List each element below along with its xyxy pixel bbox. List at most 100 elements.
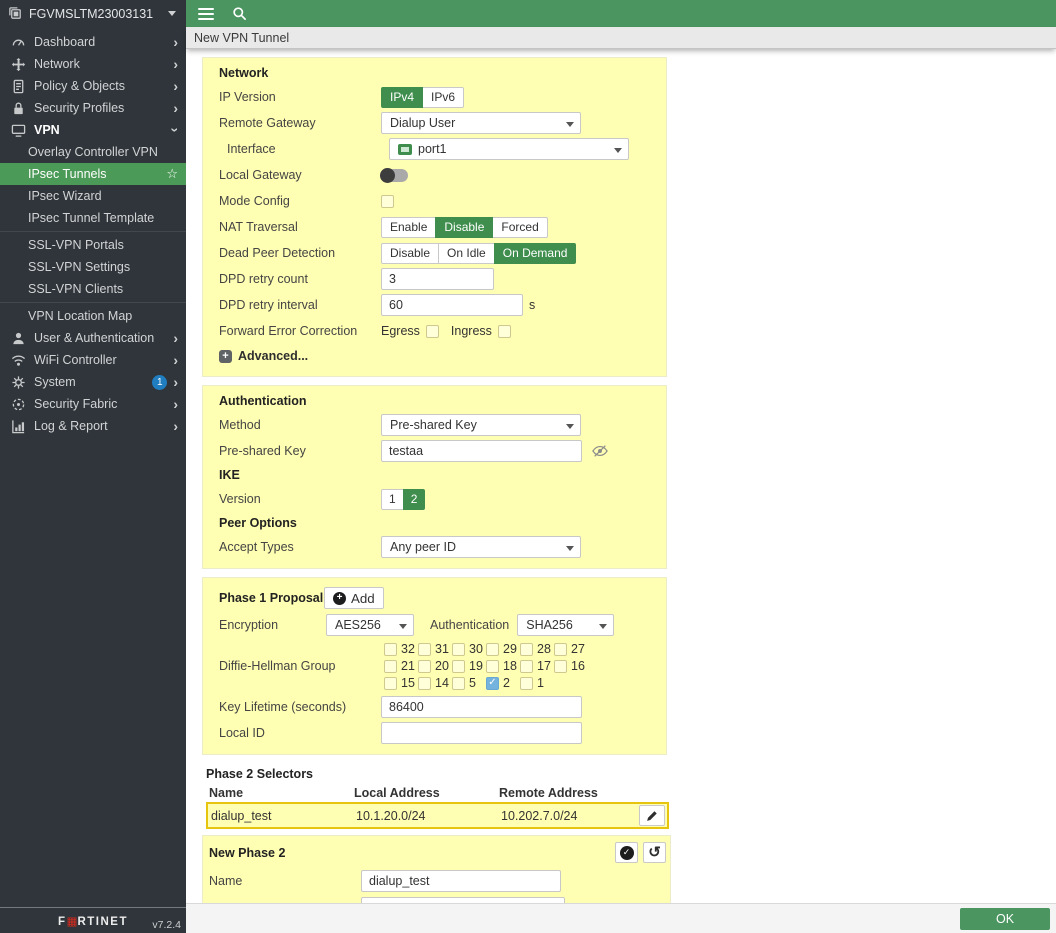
sidebar-item-security-profiles[interactable]: Security Profiles› (0, 97, 186, 119)
ike-v2-option[interactable]: 2 (403, 489, 426, 510)
ipv6-option[interactable]: IPv6 (422, 87, 464, 108)
breadcrumb: New VPN Tunnel (186, 27, 1056, 49)
dpd-disable-option[interactable]: Disable (381, 243, 439, 264)
sidebar-item-sslvpn-portals[interactable]: SSL-VPN Portals (0, 234, 186, 256)
dh-checkbox-15[interactable] (384, 677, 397, 690)
divider (0, 302, 186, 303)
dropdown-arrow-icon (566, 122, 574, 127)
dh-checkbox-32[interactable] (384, 643, 397, 656)
sidebar-item-ipsec-wizard[interactable]: IPsec Wizard (0, 185, 186, 207)
dh-checkbox-30[interactable] (452, 643, 465, 656)
sidebar-item-network[interactable]: Network› (0, 53, 186, 75)
dh-checkbox-18[interactable] (486, 660, 499, 673)
accept-phase2-button[interactable]: ✓ (615, 842, 638, 863)
sidebar-item-wifi-controller[interactable]: WiFi Controller› (0, 349, 186, 371)
encryption-label: Encryption (219, 618, 326, 632)
undo-icon: ↺ (648, 845, 661, 860)
dh-checkbox-21[interactable] (384, 660, 397, 673)
sidebar-footer: F▦RTINET v7.2.4 (0, 907, 186, 933)
dpd-label: Dead Peer Detection (219, 246, 381, 260)
sidebar-item-dashboard[interactable]: Dashboard› (0, 31, 186, 53)
sidebar-item-system[interactable]: System 1 › (0, 371, 186, 393)
phase2-name-input[interactable] (361, 870, 561, 892)
authentication-section-title: Authentication (203, 392, 666, 412)
page-title: New VPN Tunnel (194, 31, 289, 45)
col-remote-address: Remote Address (499, 786, 629, 800)
local-id-input[interactable] (381, 722, 582, 744)
ok-button[interactable]: OK (960, 908, 1050, 930)
dh-checkbox-28[interactable] (520, 643, 533, 656)
device-selector[interactable]: FGVMSLTM23003131 (0, 0, 186, 27)
dpd-onidle-option[interactable]: On Idle (438, 243, 495, 264)
sidebar-item-security-fabric[interactable]: Security Fabric› (0, 393, 186, 415)
menu-icon[interactable] (198, 8, 214, 20)
sidebar-item-ipsec-tunnels[interactable]: IPsec Tunnels☆ (0, 163, 186, 185)
add-proposal-button[interactable]: +Add (324, 587, 384, 609)
fec-label: Forward Error Correction (219, 324, 381, 338)
new-phase2-title: New Phase 2 (209, 846, 610, 860)
fec-ingress-checkbox[interactable] (498, 325, 511, 338)
encryption-select[interactable]: AES256 (326, 614, 414, 636)
search-icon[interactable] (232, 6, 247, 21)
fortinet-logo-mark: ▦ (67, 916, 78, 928)
eye-off-icon[interactable] (592, 444, 608, 458)
sidebar-item-sslvpn-clients[interactable]: SSL-VPN Clients (0, 278, 186, 300)
phase1-proposal-section: Phase 1 Proposal +Add Encryption AES256 … (202, 577, 667, 755)
nat-disable-option[interactable]: Disable (435, 217, 493, 238)
dh-checkbox-19[interactable] (452, 660, 465, 673)
network-icon (10, 56, 26, 72)
local-gateway-toggle[interactable] (381, 169, 408, 182)
dpd-retry-interval-input[interactable] (381, 294, 523, 316)
dh-checkbox-5[interactable] (452, 677, 465, 690)
interface-select[interactable]: port1 (389, 138, 629, 160)
chevron-right-icon: › (173, 353, 178, 367)
mode-config-checkbox[interactable] (381, 195, 394, 208)
sidebar-item-overlay-controller-vpn[interactable]: Overlay Controller VPN (0, 141, 186, 163)
ike-version-label: Version (219, 492, 381, 506)
accept-types-select[interactable]: Any peer ID (381, 536, 581, 558)
ike-version-segment: 1 2 (381, 489, 425, 510)
ipv4-option[interactable]: IPv4 (381, 87, 423, 108)
chevron-right-icon: › (173, 79, 178, 93)
dh-checkbox-29[interactable] (486, 643, 499, 656)
nat-enable-option[interactable]: Enable (381, 217, 436, 238)
dpd-retry-count-input[interactable] (381, 268, 494, 290)
dh-checkbox-20[interactable] (418, 660, 431, 673)
dh-checkbox-1[interactable] (520, 677, 533, 690)
edit-selector-button[interactable] (639, 805, 665, 826)
sidebar-item-sslvpn-settings[interactable]: SSL-VPN Settings (0, 256, 186, 278)
dh-checkbox-31[interactable] (418, 643, 431, 656)
sidebar-item-user-authentication[interactable]: User & Authentication› (0, 327, 186, 349)
dpd-ondemand-option[interactable]: On Demand (494, 243, 577, 264)
remote-gateway-select[interactable]: Dialup User (381, 112, 581, 134)
preshared-key-input[interactable] (381, 440, 582, 462)
phase1-authentication-label: Authentication (430, 618, 509, 632)
chevron-right-icon: › (173, 331, 178, 345)
sidebar-item-vpn-location-map[interactable]: VPN Location Map (0, 305, 186, 327)
local-id-label: Local ID (219, 726, 381, 740)
key-lifetime-input[interactable] (381, 696, 582, 718)
method-select[interactable]: Pre-shared Key (381, 414, 581, 436)
phase2-selector-row[interactable]: dialup_test 10.1.20.0/24 10.202.7.0/24 (206, 802, 669, 829)
sidebar-item-policy-objects[interactable]: Policy & Objects› (0, 75, 186, 97)
dh-checkbox-2[interactable]: ✓ (486, 677, 499, 690)
network-advanced-link[interactable]: +Advanced... (203, 344, 666, 368)
key-lifetime-label: Key Lifetime (seconds) (219, 700, 381, 714)
sidebar-item-ipsec-tunnel-template[interactable]: IPsec Tunnel Template (0, 207, 186, 229)
chevron-right-icon: › (173, 397, 178, 411)
dh-checkbox-17[interactable] (520, 660, 533, 673)
chevron-right-icon: › (173, 101, 178, 115)
sidebar-item-log-report[interactable]: Log & Report› (0, 415, 186, 437)
form-content: Network IP Version IPv4 IPv6 Remote Gate… (186, 49, 1056, 903)
nat-forced-option[interactable]: Forced (492, 217, 547, 238)
phase2-name-label: Name (209, 874, 361, 888)
star-icon[interactable]: ☆ (166, 166, 178, 182)
dh-checkbox-16[interactable] (554, 660, 567, 673)
dh-checkbox-14[interactable] (418, 677, 431, 690)
sidebar-item-vpn[interactable]: VPN› (0, 119, 186, 141)
dh-checkbox-27[interactable] (554, 643, 567, 656)
ike-v1-option[interactable]: 1 (381, 489, 404, 510)
phase1-authentication-select[interactable]: SHA256 (517, 614, 614, 636)
fec-egress-checkbox[interactable] (426, 325, 439, 338)
revert-phase2-button[interactable]: ↺ (643, 842, 666, 863)
